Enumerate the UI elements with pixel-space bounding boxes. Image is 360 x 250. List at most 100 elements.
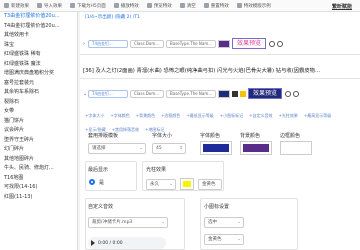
divider [80, 78, 360, 79]
rule-pill[interactable]: T4由金钉... [88, 39, 128, 48]
template-icon [236, 3, 242, 8]
chip[interactable]: +小图标标记 [220, 113, 243, 119]
main-panel: [1/4~示出颜] (隐藏 2) /T1 › T4由金钉... Class.Do… [80, 12, 360, 250]
breadcrumb[interactable]: [1/4~示出颜] (隐藏 2) /T1 [85, 14, 140, 20]
chevron-down-icon: ⌄ [169, 182, 173, 187]
chip[interactable]: +最低显示等级 [186, 113, 213, 119]
speaker-icon[interactable] [232, 90, 238, 97]
sidebar-item[interactable]: 珠宝 [0, 41, 77, 51]
minimap-size-select[interactable]: 选中 ⌄ [204, 217, 244, 228]
sidebar-item[interactable]: T16地图 [0, 174, 77, 184]
reset-icon [203, 3, 209, 8]
sidebar-item[interactable]: 其他效用卡 [0, 31, 77, 41]
brand-link[interactable]: 繁昕赋能 [332, 3, 352, 10]
play-icon[interactable] [91, 240, 95, 246]
sidebar-item[interactable]: T3由金钉埋依价值20u... [0, 12, 77, 22]
border-color-swatch [283, 144, 309, 152]
trash-icon [179, 3, 185, 8]
sidebar-item[interactable]: 红图(11-13) [0, 193, 77, 203]
toolbar-download-h5[interactable]: 下载为H5页面 [70, 3, 106, 9]
chip[interactable]: +背景颜色 [136, 113, 155, 119]
toggle-icon[interactable] [269, 40, 276, 47]
sidebar-item[interactable]: 红绿盛铁珠 稀有 [0, 50, 77, 60]
font-template-label: 套用排版模板 [88, 133, 119, 139]
chip[interactable]: +光柱效果 [279, 113, 298, 119]
sound-file-select[interactable]: 裁剪(冲储卡片.mp3 ⌄ [88, 217, 168, 228]
settings-icon[interactable] [293, 90, 300, 97]
sidebar-item[interactable]: T4由金钉埋依价值20u... [0, 22, 77, 32]
font-color-label: 字体颜色 [200, 133, 221, 139]
sidebar-item[interactable]: 猫门饼片 [0, 117, 77, 127]
sidebar-item[interactable]: 议会碎片 [0, 126, 77, 136]
toolbar-import[interactable]: 导入效果 [37, 3, 62, 9]
beam-color-swatch [183, 181, 191, 187]
sidebar: T3由金钉埋依价值20u... T4由金钉埋依价值20u... 其他效用卡 珠宝… [0, 12, 78, 250]
font-color-picker[interactable] [200, 141, 232, 155]
toolbar-templates[interactable]: 特效模版示例 [236, 3, 271, 9]
minimap-label: 小图标设置 [204, 204, 230, 210]
audio-time: 0:00 / 0:00 [98, 240, 123, 246]
font-template-select[interactable]: 请选择 ⌄ [88, 143, 146, 154]
toolbar-clear[interactable]: 清空 [179, 3, 196, 9]
sidebar-item[interactable]: 女带 [0, 107, 77, 117]
beam-color-picker[interactable] [180, 178, 194, 190]
sidebar-item[interactable]: 牛头、民骑、修炮灯... [0, 164, 77, 174]
effect-preview[interactable]: 效果预览 [248, 88, 283, 99]
effect-preview[interactable]: 效果预览 [232, 38, 267, 49]
stepper-icon: ⇕ [179, 146, 183, 151]
toolbar: 新建效果 导入效果 下载为H5页面 播放特效 预览特效 清空 重置特效 特效模版… [0, 0, 360, 12]
beam-mode-select[interactable]: 永久 ⌄ [146, 179, 176, 190]
chip[interactable]: +边框颜色 [161, 113, 180, 119]
beam-icon[interactable] [240, 90, 246, 97]
class-pill[interactable]: Class.Dom... [130, 39, 164, 48]
sidebar-item[interactable]: 红绿盛铁珠 魔法 [0, 60, 77, 70]
audio-player[interactable]: 0:00 / 0:00 [88, 237, 166, 249]
toggle-icon[interactable] [285, 90, 292, 97]
option-chips: +字体大小 +字体颜色 +背景颜色 +边框颜色 +最低显示等级 +小图标标记 +… [85, 113, 357, 141]
sidebar-item[interactable]: 其他地图碎片 [0, 155, 77, 165]
color-swatch[interactable] [218, 89, 230, 98]
chevron-down-icon: ⌄ [237, 220, 241, 225]
new-icon [4, 3, 9, 8]
settings-icon[interactable] [277, 40, 284, 47]
chevron-down-icon: ⌄ [139, 146, 143, 151]
sidebar-item[interactable]: 其余钩车系除石 [0, 88, 77, 98]
basetype-pill[interactable]: BaseType.The Nam... [166, 39, 216, 48]
toolbar-new-effect[interactable]: 新建效果 [4, 3, 29, 9]
sidebar-item[interactable]: 塞号拉套装元 [0, 79, 77, 89]
sidebar-item[interactable]: 裂除石 [0, 98, 77, 108]
toolbar-play[interactable]: 播放特效 [113, 3, 139, 9]
font-size-input[interactable]: 45 ⇕ [152, 143, 186, 154]
beam-color-select[interactable]: 金黄色 [198, 179, 222, 190]
font-size-label: 字体大小 [152, 133, 173, 139]
class-pill[interactable]: Class.Dom... [130, 89, 164, 98]
chip[interactable]: +字体颜色 [110, 113, 129, 119]
chip[interactable]: +字体大小 [85, 113, 104, 119]
beam-label: 光柱效果 [146, 167, 167, 173]
sidebar-item[interactable]: 增图满庆典盘箱积分奖 [0, 69, 77, 79]
chevron-down-icon: ⌄ [161, 220, 165, 225]
border-color-label: 边框颜色 [280, 133, 301, 139]
sidebar-item[interactable]: 可找限(14-16) [0, 183, 77, 193]
color-swatch[interactable] [218, 39, 230, 48]
sound-label: 自定义音效 [88, 204, 114, 210]
rule-description[interactable]: [36] 及人之灯(2面画) 青溜(水曲) 恐怖之眼(纯净曲弓扣) 闪光与火焰(… [83, 66, 320, 74]
divider [80, 54, 360, 55]
download-icon [70, 3, 75, 8]
bg-color-picker[interactable] [240, 141, 272, 155]
border-color-picker[interactable] [280, 141, 312, 155]
display-label: 最后显示 [88, 167, 109, 173]
sidebar-item[interactable]: 堕界守王碎片 [0, 136, 77, 146]
rule-pill[interactable]: T4由金钉... [88, 89, 128, 98]
basetype-pill[interactable]: BaseType.The Nam... [166, 89, 216, 98]
toolbar-reset[interactable]: 重置特效 [203, 3, 229, 9]
sidebar-item[interactable]: 幻门碎片 [0, 145, 77, 155]
minimap-color-select[interactable]: 金黄色 ⌄ [204, 234, 244, 245]
play-icon [113, 3, 119, 8]
toolbar-preview[interactable]: 预览特效 [146, 3, 172, 9]
display-option[interactable]: 是 [99, 179, 104, 186]
display-radio[interactable] [89, 179, 95, 185]
chip[interactable]: +最高显示等级 [304, 113, 331, 119]
chip[interactable]: +自定义音效 [249, 113, 272, 119]
bg-color-label: 背景颜色 [240, 133, 261, 139]
